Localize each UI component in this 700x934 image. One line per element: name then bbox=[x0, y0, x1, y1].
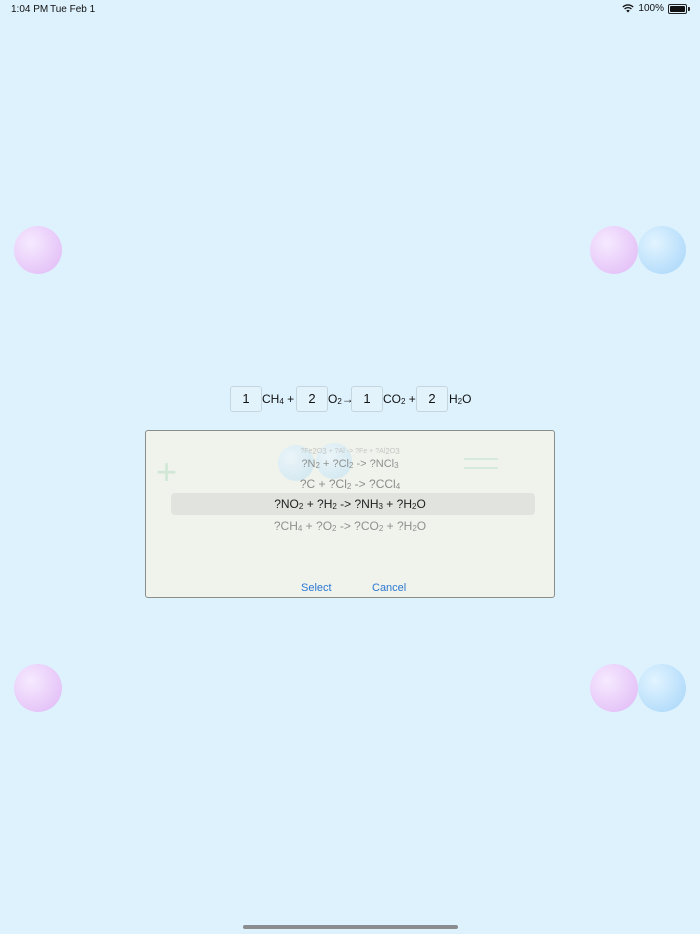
decor-bubble-pink bbox=[14, 664, 62, 712]
home-indicator[interactable] bbox=[243, 925, 458, 929]
status-indicators: 100% bbox=[622, 3, 690, 14]
species-co2: CO2 + bbox=[383, 392, 416, 406]
wifi-icon bbox=[622, 4, 635, 13]
picker-option-selected[interactable]: ?NO2 + ?H2 -> ?NH3 + ?H2O bbox=[146, 497, 554, 511]
picker-option[interactable]: ?C + ?Cl2 -> ?CCl4 bbox=[146, 477, 554, 491]
coefficient-input-2[interactable]: 2 bbox=[296, 386, 328, 412]
status-bar: 1:04 PM Tue Feb 1 100% bbox=[0, 0, 700, 18]
status-date: Tue Feb 1 bbox=[50, 4, 96, 15]
species-h2o: H2O bbox=[449, 392, 472, 406]
species-ch4: CH4 + bbox=[262, 392, 295, 406]
picker-option[interactable]: ?CH4 + ?O2 -> ?CO2 + ?H2O bbox=[146, 519, 554, 533]
decor-bubble-pink bbox=[14, 226, 62, 274]
decor-bubble-blue bbox=[638, 664, 686, 712]
cancel-button[interactable]: Cancel bbox=[372, 582, 406, 594]
reaction-picker-dialog: + ?Fe2O3 + ?Al -> ?Fe + ?Al2O3 ?N2 + ?Cl… bbox=[145, 430, 555, 598]
select-button[interactable]: Select bbox=[301, 582, 332, 594]
battery-percent: 100% bbox=[638, 3, 664, 14]
battery-icon bbox=[668, 3, 687, 14]
battery-tip bbox=[688, 6, 690, 11]
coefficient-input-1[interactable]: 1 bbox=[230, 386, 262, 412]
coefficient-input-3[interactable]: 1 bbox=[351, 386, 383, 412]
coefficient-input-4[interactable]: 2 bbox=[416, 386, 448, 412]
decor-bubble-blue bbox=[638, 226, 686, 274]
decor-bubble-pink bbox=[590, 664, 638, 712]
chemical-equation: 1 CH4 + 2 O2→ 1 CO2 + 2 H2O bbox=[230, 386, 490, 412]
picker-option[interactable]: ?Fe2O3 + ?Al -> ?Fe + ?Al2O3 bbox=[146, 447, 554, 456]
status-time: 1:04 PM bbox=[11, 4, 49, 15]
species-o2: O2→ bbox=[328, 392, 354, 406]
picker-option[interactable]: ?N2 + ?Cl2 -> ?NCl3 bbox=[146, 458, 554, 470]
decor-bubble-pink bbox=[590, 226, 638, 274]
